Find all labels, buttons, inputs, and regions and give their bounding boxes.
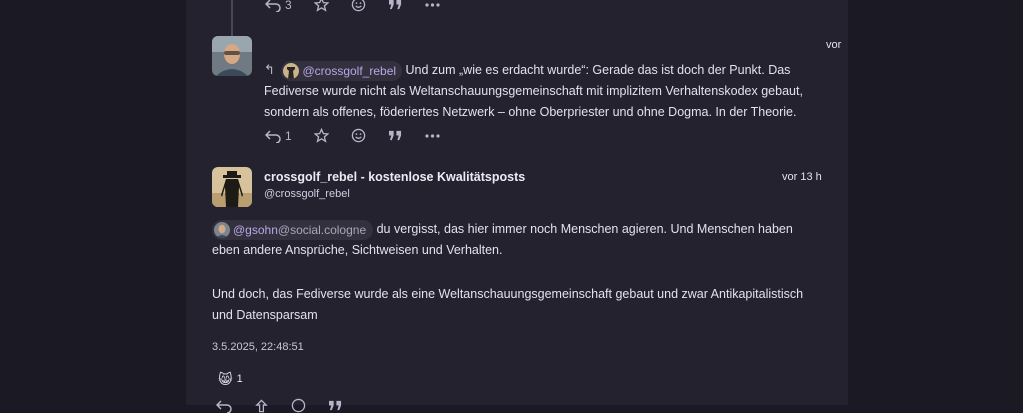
reply-button[interactable]: 3 [265, 0, 292, 12]
avatar-image [212, 167, 252, 207]
emoji-react-button[interactable] [351, 128, 366, 143]
mention-avatar [283, 62, 300, 79]
main-post-actions [216, 398, 365, 413]
more-button[interactable] [425, 2, 440, 7]
reply-count: 3 [285, 0, 292, 12]
author-avatar[interactable] [212, 167, 252, 207]
quote-button[interactable] [328, 399, 343, 412]
reply-text-line: Und zum „wie es erdacht wurde“: Gerade d… [405, 63, 791, 77]
author-handle[interactable]: @crossgolf_rebel [264, 188, 525, 200]
reply-button[interactable]: 1 [265, 129, 292, 143]
reaction-chip[interactable]: 😸 1 [214, 368, 247, 390]
quote-icon [388, 0, 401, 10]
post-text-line: eben andere Ansprüche, Sichtweisen und V… [212, 243, 503, 257]
post-text-line: du vergisst, das hier immer noch Mensche… [376, 222, 793, 236]
reaction-count: 1 [236, 373, 243, 385]
more-button[interactable] [425, 133, 440, 138]
mention-avatar [214, 221, 230, 238]
boost-button[interactable] [254, 398, 269, 413]
post-paragraph: Und doch, das Fediverse wurde als eine W… [212, 284, 832, 326]
reply-indicator-icon: ↰ [264, 62, 275, 77]
post-text-line: Und doch, das Fediverse wurde als eine W… [212, 287, 804, 301]
author-name[interactable]: crossgolf_rebel - kostenlose Kwalitätspo… [264, 170, 525, 184]
favourite-icon [313, 128, 329, 143]
more-icon [425, 133, 440, 138]
post-time[interactable]: vor 13 h [782, 171, 822, 183]
reply-content: ↰ @crossgolf_rebel Und zum „wie es erdac… [264, 59, 824, 123]
reply-icon [216, 399, 232, 413]
reply-button[interactable] [216, 399, 232, 413]
quote-button[interactable] [388, 0, 403, 11]
emoji-react-icon [291, 398, 306, 413]
more-icon [425, 2, 440, 7]
quote-icon [388, 130, 401, 141]
reaction-emoji: 😸 [218, 371, 233, 387]
mention-user: @gsohn [233, 222, 278, 237]
favourite-button[interactable] [313, 0, 329, 12]
reply-icon [265, 129, 281, 143]
avatar[interactable] [212, 36, 252, 76]
mention-text: @crossgolf_rebel [302, 63, 397, 78]
emoji-react-button[interactable] [291, 398, 306, 413]
avatar-image [212, 36, 252, 76]
reply-text-line: sondern als offenes, föderiertes Netzwer… [264, 105, 797, 119]
emoji-react-icon [351, 128, 365, 143]
boost-icon [255, 398, 268, 412]
emoji-react-icon [351, 0, 365, 12]
mention-host: @social.cologne [277, 222, 367, 237]
post-timestamp[interactable]: 3.5.2025, 22:48:51 [212, 341, 304, 353]
post-text-line: und Datensparsam [212, 308, 318, 322]
reply-icon [265, 0, 281, 12]
reply-post-actions: 1 [265, 128, 462, 143]
post-time[interactable]: vor [826, 39, 841, 51]
top-post-actions: 3 [265, 0, 462, 12]
mention-link[interactable]: @gsohn @social.cologne [212, 219, 374, 240]
favourite-button[interactable] [313, 128, 329, 143]
reply-count: 1 [285, 128, 292, 143]
post-content: @gsohn @social.cologne du vergisst, das h… [212, 219, 832, 261]
mention-link[interactable]: @crossgolf_rebel [281, 60, 403, 81]
reply-text-line: Fediverse wurde nicht als Weltanschauung… [264, 84, 803, 98]
quote-icon [329, 400, 342, 411]
emoji-react-button[interactable] [351, 0, 366, 12]
author-info: crossgolf_rebel - kostenlose Kwalitätspo… [264, 170, 525, 200]
favourite-icon [313, 0, 329, 12]
quote-button[interactable] [388, 129, 403, 142]
